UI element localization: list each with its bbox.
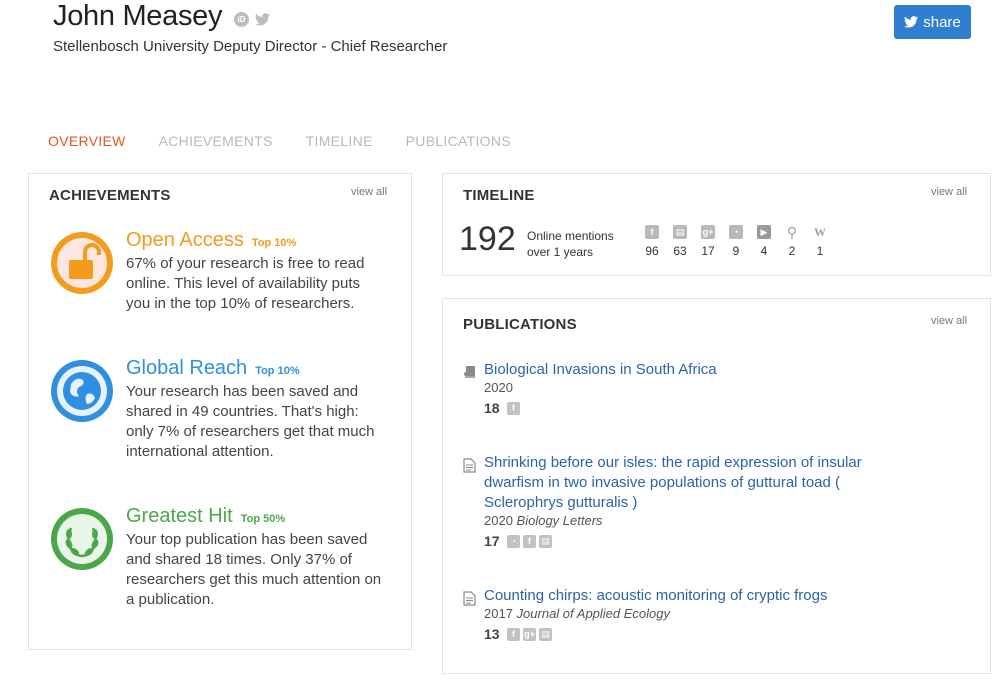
attention-count: 13	[484, 626, 500, 642]
profile-name: John Measey	[53, 0, 223, 32]
source-count: 17	[701, 244, 715, 258]
publication-meta: 2020 Biology Letters	[484, 513, 904, 528]
timeline-view-all-link[interactable]: view all	[931, 186, 967, 198]
publications-title: PUBLICATIONS	[463, 316, 577, 333]
publications-panel: PUBLICATIONS view all Biological Invasio…	[442, 298, 991, 674]
twitter-icon[interactable]	[255, 13, 270, 26]
tab-publications[interactable]: PUBLICATIONS	[406, 133, 511, 149]
profile-links: iD	[234, 12, 270, 27]
achievements-title: ACHIEVEMENTS	[49, 187, 171, 204]
publication-item: Biological Invasions in South Africa 202…	[484, 360, 904, 418]
publication-journal: Journal of Applied Ecology	[516, 606, 670, 621]
source-rss[interactable]: ◔ 9	[723, 225, 749, 258]
news-icon: ▤	[539, 628, 553, 642]
tab-overview[interactable]: OVERVIEW	[48, 133, 126, 149]
publication-attention: 17 ◔ f ▤	[484, 533, 904, 551]
achievement-description: Your research has been saved and shared …	[126, 383, 375, 460]
globe-icon	[51, 360, 113, 422]
achievement-open-access: Open Access Top 10% 67% of your research …	[126, 229, 388, 314]
publication-title-link[interactable]: Counting chirps: acoustic monitoring of …	[484, 586, 904, 606]
achievement-title: Greatest Hit	[126, 505, 233, 527]
attention-count: 17	[484, 533, 500, 549]
mentions-count: 192	[459, 220, 516, 258]
document-icon	[463, 591, 476, 611]
global-reach-badge	[49, 358, 115, 429]
facebook-icon: f	[523, 535, 537, 549]
source-count: 1	[816, 244, 824, 258]
publication-meta: 2020	[484, 380, 904, 395]
publication-year: 2020	[484, 513, 513, 528]
achievement-description: 67% of your research is free to read onl…	[126, 255, 365, 312]
open-access-badge	[49, 230, 115, 301]
publication-year: 2020	[484, 380, 513, 395]
tab-timeline[interactable]: TIMELINE	[306, 133, 373, 149]
source-news[interactable]: ▤ 63	[667, 225, 693, 258]
timeline-title: TIMELINE	[463, 187, 535, 204]
profile-tabs: OVERVIEW ACHIEVEMENTS TIMELINE PUBLICATI…	[48, 133, 544, 149]
publication-item: Shrinking before our isles: the rapid ex…	[484, 453, 904, 551]
mention-sources: f 96 ▤ 63 g+ 17 ◔ 9 ▶ 4 ⚲ 2 W1	[639, 225, 833, 258]
achievement-rank: Top 10%	[251, 237, 297, 249]
document-icon	[463, 458, 476, 478]
facebook-icon: f	[507, 628, 521, 642]
laurel-wreath-icon	[51, 508, 113, 570]
tab-achievements[interactable]: ACHIEVEMENTS	[159, 133, 273, 149]
achievements-view-all-link[interactable]: view all	[351, 186, 387, 198]
source-search[interactable]: ⚲ 2	[779, 225, 805, 258]
achievement-title: Global Reach	[126, 357, 248, 379]
mentions-label-line1: Online mentions	[527, 229, 614, 243]
publication-journal: Biology Letters	[516, 513, 603, 528]
achievement-rank: Top 50%	[240, 513, 286, 525]
publication-attention: 13 f g+ ▤	[484, 626, 904, 644]
book-icon	[463, 365, 477, 384]
source-count: 63	[673, 244, 687, 258]
publication-year: 2017	[484, 606, 513, 621]
achievement-rank: Top 10%	[255, 365, 300, 377]
search-icon: ⚲	[786, 224, 798, 240]
publication-meta: 2017 Journal of Applied Ecology	[484, 606, 904, 621]
mentions-label: Online mentions over 1 years	[527, 228, 614, 260]
unlock-icon	[51, 232, 113, 294]
facebook-icon: f	[645, 225, 659, 239]
achievement-title: Open Access	[126, 229, 244, 251]
source-count: 2	[788, 244, 796, 258]
source-wikipedia[interactable]: W1	[807, 225, 833, 258]
achievement-global-reach: Global Reach Top 10% Your research has be…	[126, 357, 388, 462]
rss-icon: ◔	[507, 535, 521, 549]
source-facebook[interactable]: f 96	[639, 225, 665, 258]
attention-count: 18	[484, 400, 500, 416]
twitter-icon	[904, 16, 919, 28]
googleplus-icon: g+	[523, 628, 537, 642]
source-count: 4	[760, 244, 768, 258]
achievement-description: Your top publication has been saved and …	[126, 531, 382, 608]
publications-view-all-link[interactable]: view all	[931, 315, 967, 327]
source-googleplus[interactable]: g+ 17	[695, 225, 721, 258]
orcid-icon[interactable]: iD	[234, 12, 249, 27]
publication-item: Counting chirps: acoustic monitoring of …	[484, 586, 904, 644]
facebook-icon: f	[507, 402, 521, 416]
wikipedia-icon: W	[814, 225, 826, 239]
googleplus-icon: g+	[701, 225, 715, 239]
achievement-greatest-hit: Greatest Hit Top 50% Your top publication…	[126, 505, 388, 610]
source-video[interactable]: ▶ 4	[751, 225, 777, 258]
news-icon: ▤	[539, 535, 553, 549]
source-count: 96	[645, 244, 659, 258]
profile-subtitle: Stellenbosch University Deputy Director …	[53, 38, 448, 55]
rss-icon: ◔	[729, 225, 743, 239]
news-icon: ▤	[673, 225, 687, 239]
mentions-label-line2: over 1 years	[527, 245, 594, 259]
publication-title-link[interactable]: Biological Invasions in South Africa	[484, 360, 904, 380]
publication-attention: 18 f	[484, 400, 904, 418]
source-count: 9	[732, 244, 740, 258]
share-label: share	[923, 13, 961, 31]
publication-title-link[interactable]: Shrinking before our isles: the rapid ex…	[484, 453, 904, 513]
timeline-panel: TIMELINE view all 192 Online mentions ov…	[442, 173, 991, 276]
share-button[interactable]: share	[894, 5, 971, 39]
greatest-hit-badge	[49, 506, 115, 577]
video-icon: ▶	[757, 225, 771, 239]
achievements-panel: ACHIEVEMENTS view all Open Access Top 10%…	[28, 173, 412, 650]
